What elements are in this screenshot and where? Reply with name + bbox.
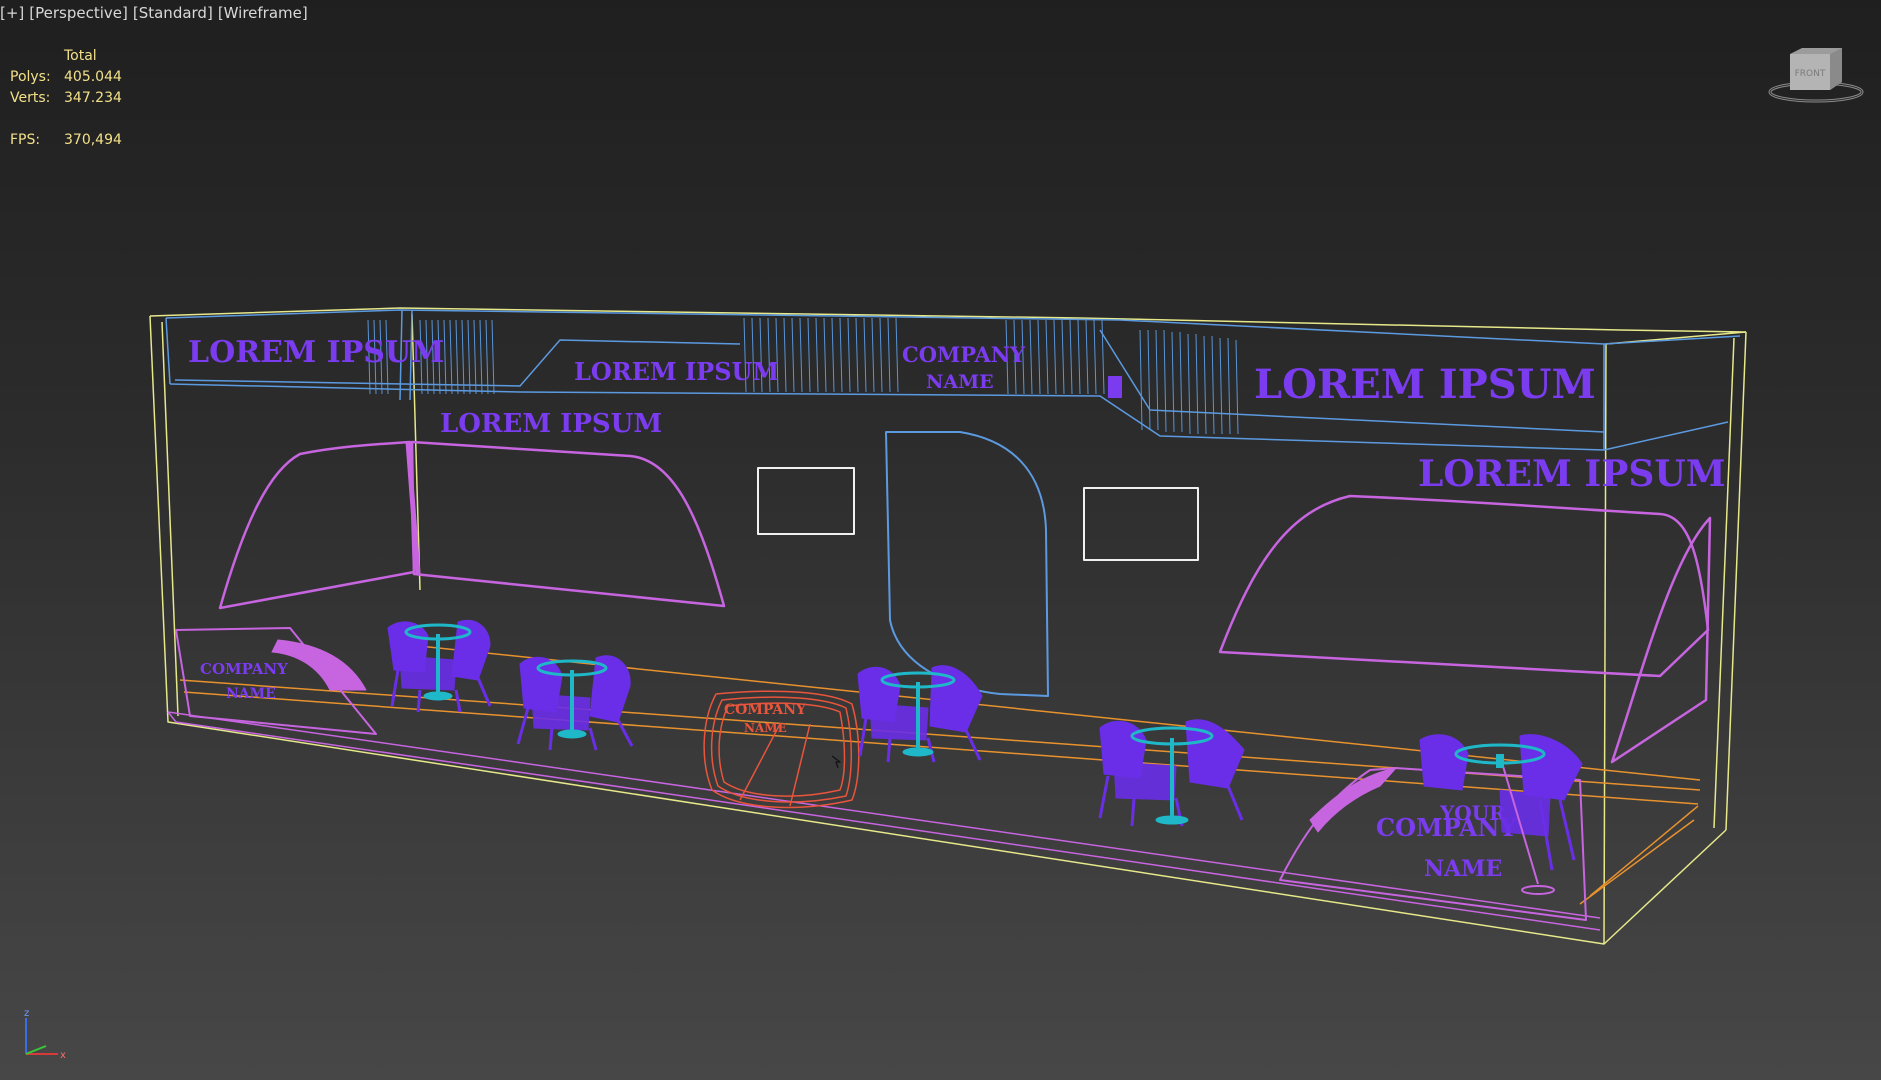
counter-right-text-2: COMPANY bbox=[1376, 813, 1517, 842]
sign-company-top-2: NAME bbox=[926, 371, 994, 393]
screen-right[interactable] bbox=[1083, 487, 1199, 561]
sign-company-top-1: COMPANY bbox=[902, 342, 1026, 367]
axis-x-label: x bbox=[60, 1050, 66, 1060]
sign-lorem-top-mid: LOREM IPSUM bbox=[574, 357, 779, 386]
sign-lorem-wall-left: LOREM IPSUM bbox=[440, 409, 662, 439]
viewport-view-menu[interactable]: [Perspective] bbox=[29, 4, 128, 22]
viewcube-icon[interactable]: FRONT bbox=[1766, 44, 1866, 106]
viewport-shading-preset-menu[interactable]: [Standard] bbox=[133, 4, 213, 22]
screen-left[interactable] bbox=[757, 467, 855, 535]
axis-z-label: z bbox=[24, 1010, 29, 1019]
fps-value: 370,494 bbox=[64, 132, 122, 148]
scene-statistics: Total Polys: 405.044 Verts: 347.234 FPS: 37… bbox=[10, 46, 122, 151]
counter-left-text-1: COMPANY bbox=[200, 660, 288, 678]
viewport-plus-menu[interactable]: [+] bbox=[0, 4, 24, 22]
sign-lorem-top-right: LOREM IPSUM bbox=[1254, 361, 1596, 408]
table-set-3[interactable] bbox=[857, 665, 983, 763]
polys-label: Polys: bbox=[10, 69, 51, 85]
table-set-2[interactable] bbox=[516, 655, 634, 751]
table-set-4[interactable] bbox=[1098, 719, 1245, 827]
table-set-1[interactable] bbox=[387, 619, 492, 713]
signage-text: LOREM IPSUM LOREM IPSUM COMPANY NAME LOR… bbox=[188, 335, 1726, 495]
counter-middle-text-2: NAME bbox=[744, 721, 787, 735]
wireframe-scene[interactable]: COMPANY NAME COMPANY NAME YOUR COMPANY N… bbox=[0, 0, 1881, 1080]
viewcube-face-label: FRONT bbox=[1795, 69, 1826, 79]
counter-middle-text-1: COMPANY bbox=[724, 702, 807, 718]
viewport-label-menu: [+] [Perspective] [Standard] [Wireframe] bbox=[0, 4, 313, 22]
verts-label: Verts: bbox=[10, 90, 51, 106]
counter-middle[interactable]: COMPANY NAME bbox=[703, 690, 860, 809]
verts-value: 347.234 bbox=[64, 90, 122, 106]
stats-header: Total bbox=[64, 48, 97, 64]
axis-tripod-icon: z x bbox=[24, 1010, 66, 1060]
perspective-viewport[interactable]: [+] [Perspective] [Standard] [Wireframe] To… bbox=[0, 0, 1881, 1080]
counter-left-text-2: NAME bbox=[226, 686, 276, 702]
door-frame[interactable] bbox=[885, 431, 1049, 697]
sign-lorem-top-left: LOREM IPSUM bbox=[188, 335, 444, 370]
counter-right-text-3: NAME bbox=[1424, 856, 1502, 882]
polys-value: 405.044 bbox=[64, 69, 122, 85]
fps-label: FPS: bbox=[10, 132, 41, 148]
counter-left[interactable]: COMPANY NAME bbox=[175, 627, 377, 735]
viewport-shading-mode-menu[interactable]: [Wireframe] bbox=[218, 4, 308, 22]
sign-lorem-wall-right: LOREM IPSUM bbox=[1418, 453, 1726, 495]
mouse-cursor-icon bbox=[831, 755, 841, 769]
